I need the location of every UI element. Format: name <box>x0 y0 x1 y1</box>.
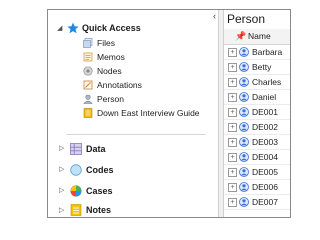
files-icon <box>83 38 93 48</box>
cases-icon <box>70 185 82 197</box>
column-header-name[interactable]: Name <box>248 31 271 41</box>
expand-triangle-icon[interactable]: ▷ <box>59 206 64 216</box>
case-person-icon <box>239 107 249 117</box>
row-label: DE001 <box>252 107 278 117</box>
table-row[interactable]: + Charles <box>224 75 290 90</box>
quick-access-item-label: Person <box>97 94 124 104</box>
quick-access-item-nodes[interactable]: Nodes <box>83 65 122 77</box>
case-person-icon <box>239 182 249 192</box>
nodes-icon <box>83 66 93 76</box>
table-row[interactable]: + Daniel <box>224 90 290 105</box>
collapse-triangle-icon[interactable]: ◢ <box>57 24 62 34</box>
quick-access-item-interview-guide[interactable]: Down East Interview Guide <box>83 107 200 119</box>
row-label: DE006 <box>252 182 278 192</box>
codes-icon <box>70 164 82 176</box>
table-row[interactable]: + DE007 <box>224 195 290 210</box>
section-data-label[interactable]: Data <box>86 143 106 155</box>
case-person-icon <box>239 92 249 102</box>
list-view-header: Person <box>224 10 290 28</box>
quick-access-item-label: Down East Interview Guide <box>97 108 200 118</box>
expand-plus-icon[interactable]: + <box>228 62 237 72</box>
star-icon <box>67 22 79 34</box>
section-notes-label[interactable]: Notes <box>86 204 111 216</box>
divider <box>66 134 206 135</box>
table-row[interactable]: + DE005 <box>224 165 290 180</box>
table-row[interactable]: + Barbara <box>224 45 290 60</box>
annotations-icon <box>83 80 93 90</box>
expand-plus-icon[interactable]: + <box>228 137 237 147</box>
quick-access-item-files[interactable]: Files <box>83 37 115 49</box>
row-label: Barbara <box>252 47 283 57</box>
row-label: DE003 <box>252 137 278 147</box>
row-label: DE004 <box>252 152 278 162</box>
table-row[interactable]: + DE001 <box>224 105 290 120</box>
pin-icon[interactable]: 📌 <box>235 31 246 42</box>
case-person-icon <box>239 137 249 147</box>
quick-access-item-memos[interactable]: Memos <box>83 51 125 63</box>
list-view-title: Person <box>227 12 266 26</box>
quick-access-item-annotations[interactable]: Annotations <box>83 79 142 91</box>
notes-icon <box>70 204 82 216</box>
expand-triangle-icon[interactable]: ▷ <box>59 144 64 154</box>
quick-access-item-label: Nodes <box>97 66 122 76</box>
quick-access-item-label: Annotations <box>97 80 142 90</box>
case-person-icon <box>239 47 249 57</box>
table-row[interactable]: + Betty <box>224 60 290 75</box>
case-person-icon <box>239 62 249 72</box>
row-label: DE007 <box>252 197 278 207</box>
table-row[interactable]: + DE002 <box>224 120 290 135</box>
expand-plus-icon[interactable]: + <box>228 107 237 117</box>
quick-access-item-label: Memos <box>97 52 125 62</box>
expand-plus-icon[interactable]: + <box>228 197 237 207</box>
expand-triangle-icon[interactable]: ▷ <box>59 186 64 196</box>
section-codes-label[interactable]: Codes <box>86 164 114 176</box>
expand-plus-icon[interactable]: + <box>228 77 237 87</box>
memos-icon <box>83 52 93 62</box>
table-row[interactable]: + DE003 <box>224 135 290 150</box>
expand-triangle-icon[interactable]: ▷ <box>59 165 64 175</box>
expand-plus-icon[interactable]: + <box>228 92 237 102</box>
row-label: Charles <box>252 77 282 87</box>
navigation-pane: ◢ Quick Access Files Memos Nodes Annotat… <box>48 10 218 217</box>
expand-plus-icon[interactable]: + <box>228 122 237 132</box>
quick-access-item-person[interactable]: Person <box>83 93 124 105</box>
expand-plus-icon[interactable]: + <box>228 152 237 162</box>
quick-access-label[interactable]: Quick Access <box>82 22 141 34</box>
row-label: DE005 <box>252 167 278 177</box>
table-row[interactable]: + DE006 <box>224 180 290 195</box>
quick-access-item-label: Files <box>97 38 115 48</box>
data-icon <box>70 143 82 155</box>
row-label: DE002 <box>252 122 278 132</box>
case-person-icon <box>239 152 249 162</box>
expand-plus-icon[interactable]: + <box>228 167 237 177</box>
collapse-pane-icon[interactable]: ‹ <box>213 11 216 21</box>
document-icon <box>83 108 93 118</box>
table-row[interactable]: + DE004 <box>224 150 290 165</box>
column-header[interactable]: 📌 Name <box>224 29 290 45</box>
person-icon <box>83 94 93 104</box>
case-person-icon <box>239 197 249 207</box>
row-label: Betty <box>252 62 272 72</box>
case-person-icon <box>239 122 249 132</box>
section-cases-label[interactable]: Cases <box>86 185 113 197</box>
expand-plus-icon[interactable]: + <box>228 182 237 192</box>
app-window: ◢ Quick Access Files Memos Nodes Annotat… <box>47 9 291 218</box>
case-person-icon <box>239 77 249 87</box>
expand-plus-icon[interactable]: + <box>228 47 237 57</box>
case-person-icon <box>239 167 249 177</box>
row-label: Daniel <box>252 92 277 102</box>
list-view: Person 📌 Name + Barbara + Betty + Charles + Dan… <box>224 10 290 217</box>
